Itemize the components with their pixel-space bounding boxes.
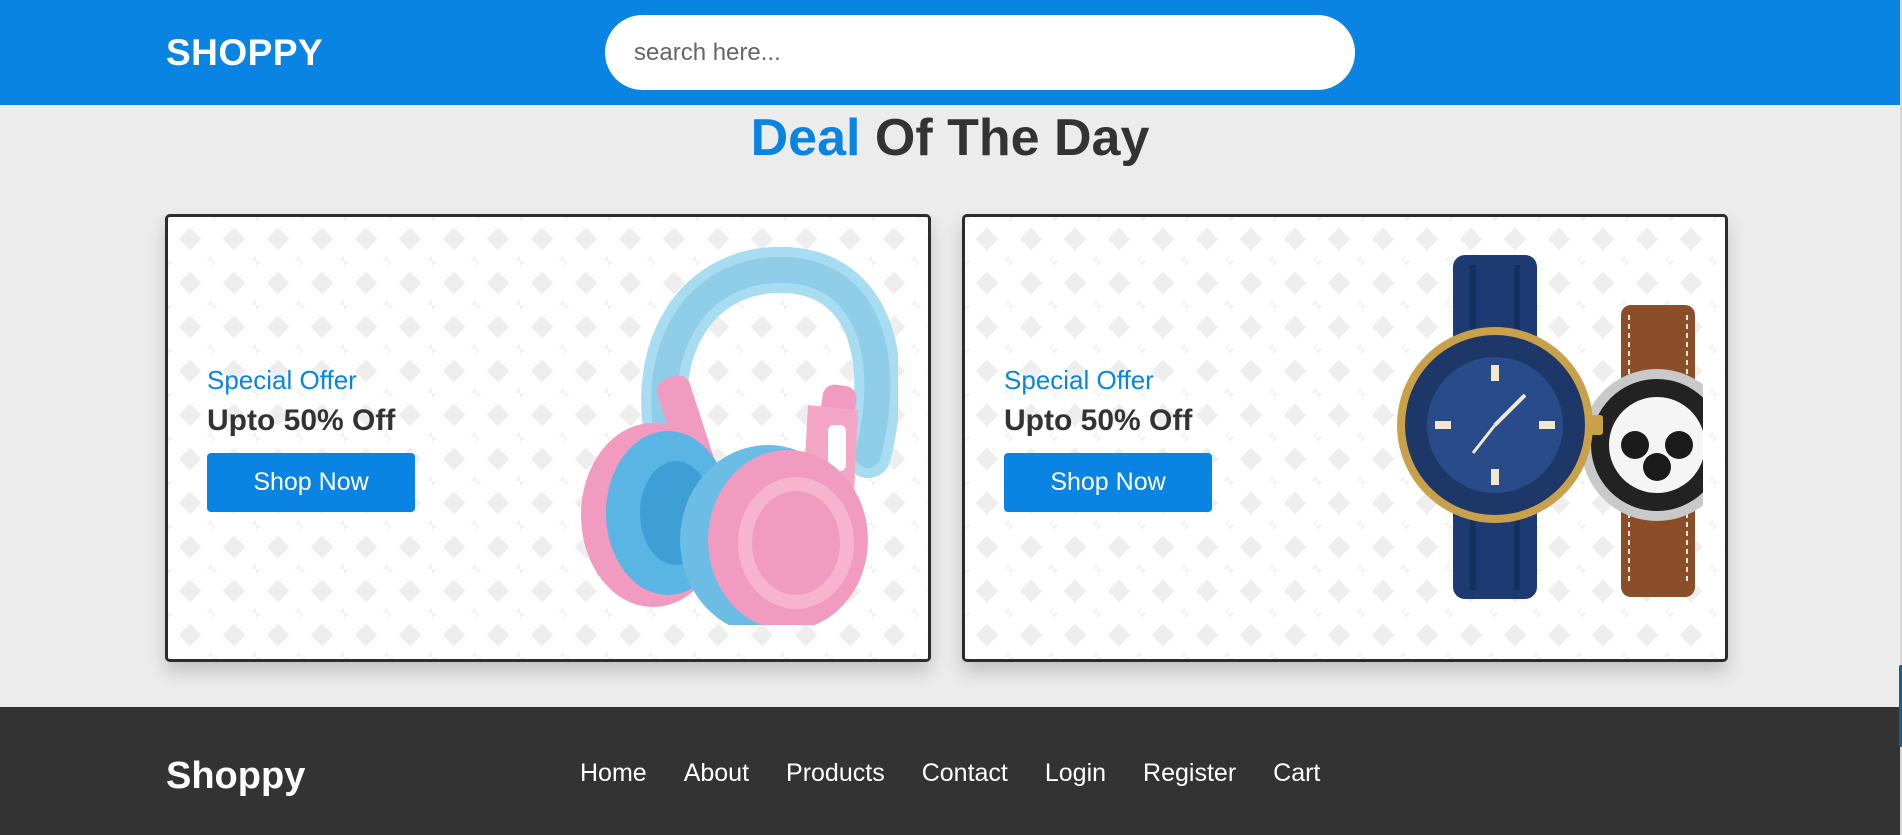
offer-label: Special Offer [1004, 365, 1154, 395]
footer-logo[interactable]: Shoppy [166, 755, 305, 798]
site-header: SHOPPY [0, 0, 1900, 105]
watches-image [1397, 255, 1703, 599]
footer-link-home[interactable]: Home [580, 759, 647, 788]
shop-now-button[interactable]: Shop Now [1004, 453, 1212, 512]
footer-link-register[interactable]: Register [1143, 759, 1236, 788]
deal-card: Special Offer Upto 50% Off Shop Now [165, 214, 931, 662]
headphones-image [581, 246, 898, 625]
offer-discount: Upto 50% Off [1004, 404, 1193, 437]
offer-discount: Upto 50% Off [207, 404, 396, 437]
footer-link-products[interactable]: Products [786, 759, 885, 788]
footer-link-cart[interactable]: Cart [1273, 759, 1320, 788]
search-input[interactable] [605, 15, 1355, 90]
section-title-rest: Of The Day [860, 109, 1150, 167]
section-title-accent: Deal [750, 109, 861, 167]
deal-card: Special Offer Upto 50% Off Shop Now [962, 214, 1728, 662]
site-logo[interactable]: SHOPPY [166, 32, 323, 74]
offer-label: Special Offer [207, 365, 357, 395]
section-title: Deal Of The Day [0, 108, 1900, 168]
footer-link-contact[interactable]: Contact [922, 759, 1008, 788]
footer-nav: Home About Products Contact Login Regist… [580, 759, 1357, 788]
footer-link-about[interactable]: About [684, 759, 749, 788]
page: SHOPPY Deal Of The Day [0, 0, 1902, 835]
footer-link-login[interactable]: Login [1045, 759, 1106, 788]
site-footer: Shoppy Home About Products Contact Login… [0, 707, 1900, 835]
shop-now-button[interactable]: Shop Now [207, 453, 415, 512]
